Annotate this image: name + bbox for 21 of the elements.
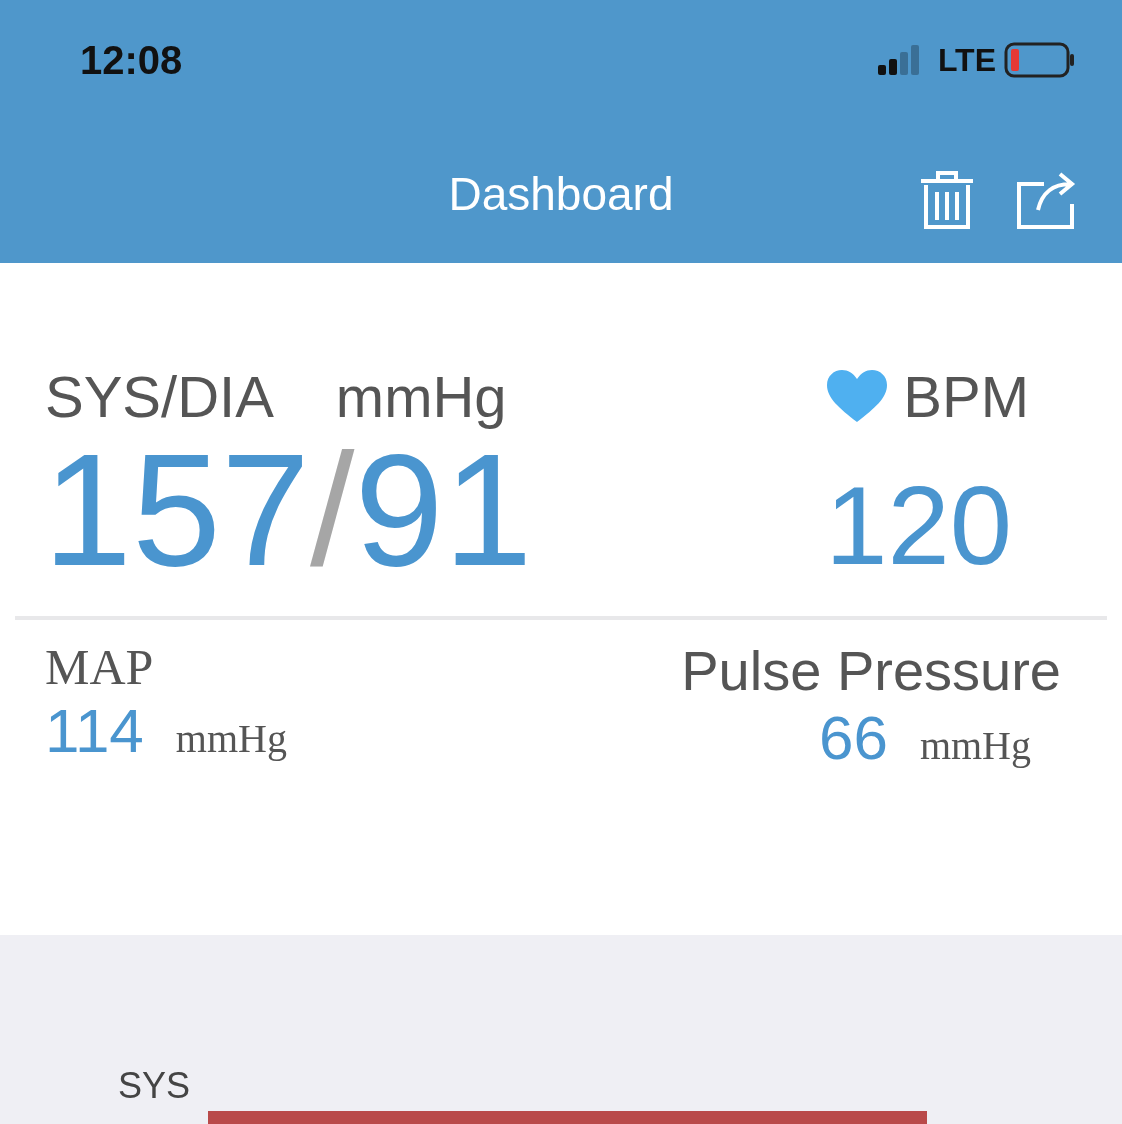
network-label: LTE [937,41,996,79]
trash-icon[interactable] [918,170,976,230]
pressure-unit: mmHg [335,363,507,430]
diastolic-value: 91 [354,430,533,590]
pulse-label: BPM [903,363,1029,430]
chart-label: SYS [118,1065,192,1107]
share-icon[interactable] [1016,170,1076,230]
battery-icon [1004,42,1076,78]
status-time: 12:08 [80,37,183,83]
metric-value: 114 [45,695,144,766]
separator: / [309,430,355,590]
nav-title: Dashboard [448,166,674,221]
metric-unit: mmHg [919,721,1031,769]
pressure-label: SYS/DIA [45,363,274,430]
systolic-value: 157 [43,430,310,590]
pulse-value: 120 [825,462,1012,590]
metric-label: Pulse Pressure [681,640,1061,702]
metric-unit: mmHg [175,715,287,762]
metric-value: 66 [818,701,888,773]
heart-icon [827,369,888,424]
metric-label: MAP [45,640,154,695]
